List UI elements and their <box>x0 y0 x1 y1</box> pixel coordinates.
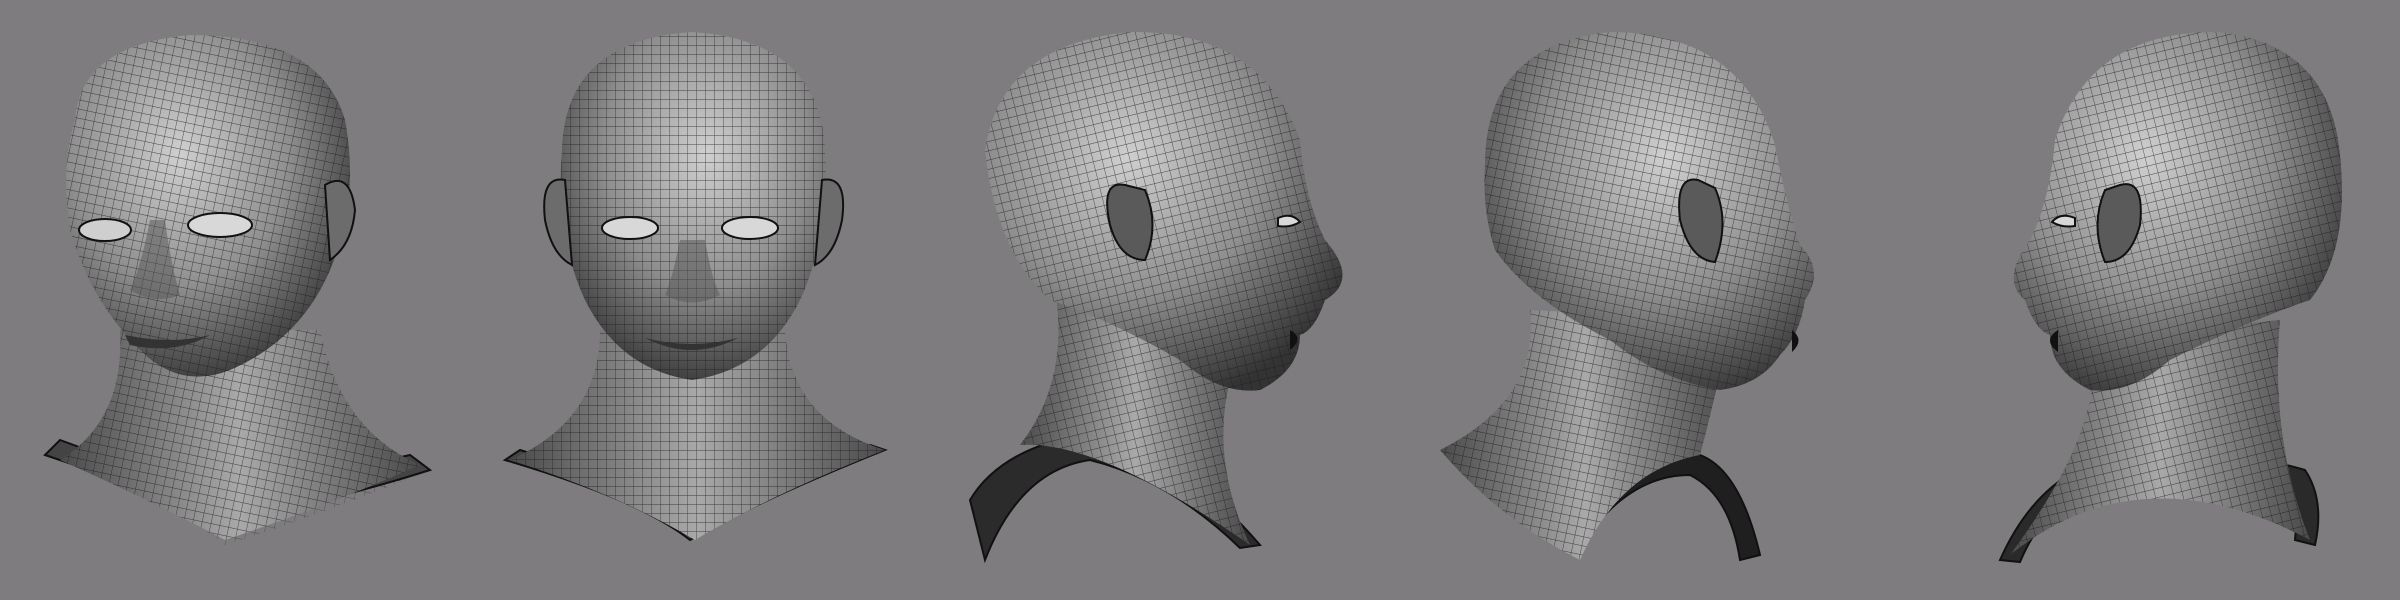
face-features <box>1792 330 1799 352</box>
head-profile-right-icon <box>968 31 1343 564</box>
view-profile-left <box>1920 0 2400 600</box>
eye-right-icon <box>721 216 779 240</box>
head-front-icon <box>502 32 888 542</box>
eye-left-icon <box>78 218 132 242</box>
head-back-3q-right-icon <box>1440 32 1814 562</box>
mouth-icon <box>1792 330 1799 352</box>
view-front <box>480 0 960 600</box>
eye-right-icon <box>187 212 253 238</box>
head <box>2013 31 2342 391</box>
head-profile-left-icon <box>1998 31 2342 564</box>
eye-left-icon <box>601 216 659 240</box>
head-3q-left-icon <box>43 35 433 545</box>
head <box>985 31 1343 391</box>
view-three-quarter-back-right <box>1440 0 1920 600</box>
view-three-quarter-left <box>0 0 480 600</box>
viewport-canvas <box>0 0 2400 600</box>
head <box>66 35 350 377</box>
ear <box>323 179 357 262</box>
view-profile-right <box>960 0 1440 600</box>
head <box>560 32 826 380</box>
